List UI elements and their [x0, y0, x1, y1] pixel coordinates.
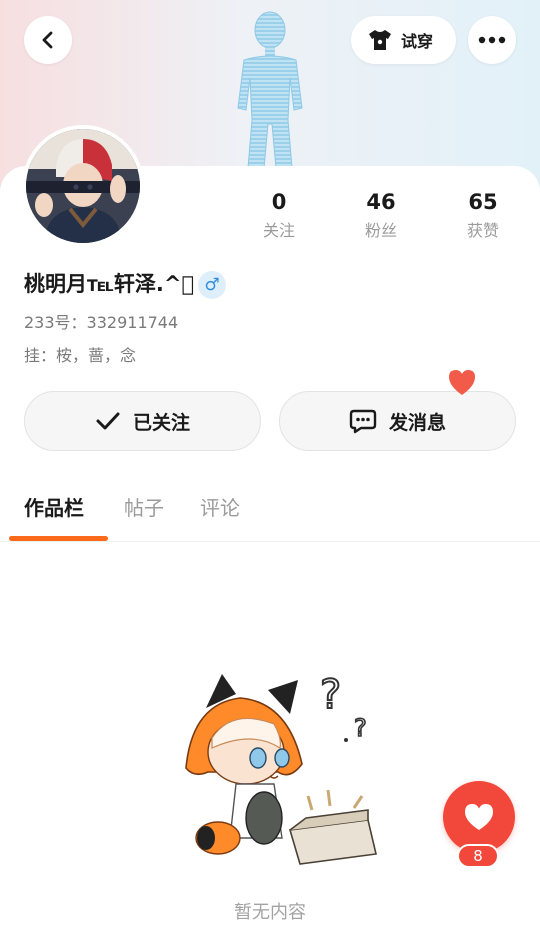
heart-icon: [465, 804, 493, 830]
like-button[interactable]: [443, 781, 515, 853]
following-button[interactable]: 已关注: [24, 391, 261, 451]
checkmark-icon: [96, 412, 120, 430]
send-message-label: 发消息: [388, 411, 446, 434]
following-label: 已关注: [132, 411, 190, 434]
avatar-image: [26, 129, 140, 243]
stat-following[interactable]: 0 关注: [239, 188, 319, 244]
username: 桃明月℡轩泽.^ : [24, 272, 195, 296]
user-id: 233号：332911744: [24, 313, 179, 332]
try-on-label: 试穿: [401, 32, 434, 51]
stat-value: 46: [366, 190, 396, 214]
stat-value: 65: [468, 190, 498, 214]
try-on-button[interactable]: 试穿: [351, 16, 456, 64]
stat-fans[interactable]: 46 粉丝: [341, 188, 421, 244]
stat-label: 关注: [262, 221, 295, 240]
send-message-button[interactable]: 发消息: [279, 391, 516, 451]
stat-label: 获赞: [466, 221, 499, 240]
back-button[interactable]: [24, 16, 72, 64]
stat-value: 0: [271, 190, 287, 214]
tshirt-icon: [369, 30, 391, 50]
empty-state-illustration: ? ?: [185, 671, 377, 865]
back-icon: [42, 31, 53, 49]
more-icon: [478, 36, 506, 44]
stat-label: 粉丝: [364, 221, 397, 240]
svg-text:?: ?: [320, 672, 341, 718]
tab-divider: [0, 541, 540, 542]
tab-comments[interactable]: 评论: [200, 492, 240, 524]
avatar[interactable]: [22, 125, 144, 247]
stat-likes[interactable]: 65 获赞: [443, 188, 523, 244]
gender-male-icon: ♂: [198, 271, 226, 299]
tab-works[interactable]: 作品栏: [24, 492, 84, 524]
svg-text:?: ?: [354, 714, 367, 742]
like-count-badge: 8: [457, 844, 499, 868]
tab-posts[interactable]: 帖子: [124, 492, 164, 524]
mannequin-figure: [237, 11, 303, 168]
pendant-info: 挂：桉，蔷，念: [24, 346, 137, 365]
message-bubble-icon: [349, 409, 377, 434]
empty-state-text: 暂无内容: [234, 902, 306, 923]
heart-icon: [449, 370, 475, 395]
more-button[interactable]: [468, 16, 516, 64]
